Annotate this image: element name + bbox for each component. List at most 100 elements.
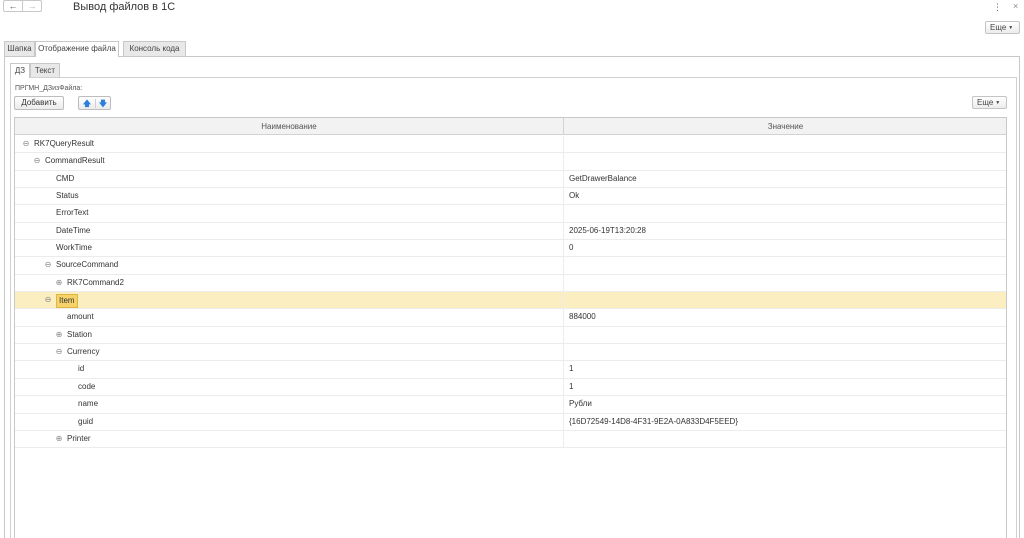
table-row[interactable]: WorkTime 0 xyxy=(15,240,1006,258)
node-name: RK7QueryResult xyxy=(34,139,95,148)
move-up-icon[interactable]: 🡅 xyxy=(80,98,94,109)
node-name: RK7Command2 xyxy=(67,277,124,287)
node-name: WorkTime xyxy=(56,243,92,253)
expand-icon[interactable]: ⊕ xyxy=(55,278,63,287)
table-header: Наименование Значение xyxy=(15,118,1006,135)
name-cell[interactable]: CMD xyxy=(15,170,564,188)
node-name: id xyxy=(78,364,85,374)
move-down-icon[interactable]: 🡇 xyxy=(96,98,110,109)
name-cell[interactable]: ⊖ CommandResult xyxy=(15,153,564,170)
collapse-icon[interactable]: ⊖ xyxy=(55,348,63,356)
node-name: amount xyxy=(67,312,94,322)
arrow-left-icon: ← xyxy=(8,1,18,11)
table-row[interactable]: ⊖ SourceCommand xyxy=(15,257,1006,275)
node-name: Currency xyxy=(67,347,100,357)
value-cell[interactable]: 884000 xyxy=(569,309,596,325)
node-name: code xyxy=(78,381,96,391)
back-button[interactable]: ← xyxy=(3,0,23,12)
forward-button[interactable]: → xyxy=(22,0,42,12)
table-more-button[interactable]: Еще ▼ xyxy=(972,96,1007,109)
name-cell[interactable]: ⊕ Station xyxy=(15,326,564,344)
table-row[interactable]: code 1 xyxy=(15,378,1006,397)
tab-text[interactable]: Текст xyxy=(30,63,60,77)
table-row[interactable]: ⊕ Printer xyxy=(15,430,1006,449)
tab-header[interactable]: Шапка xyxy=(4,41,35,56)
value-cell[interactable]: Рубли xyxy=(569,396,592,412)
name-cell[interactable]: ⊖ Item xyxy=(15,292,564,309)
table-row[interactable]: ⊖ Currency xyxy=(15,344,1006,362)
name-cell[interactable]: ErrorText xyxy=(15,205,564,222)
node-name: CommandResult xyxy=(45,156,105,166)
name-cell[interactable]: DateTime xyxy=(15,222,564,240)
table-row[interactable]: ⊖ Item xyxy=(15,292,1006,310)
more-button[interactable]: Еще ▼ xyxy=(985,21,1020,34)
name-cell[interactable]: ⊕ RK7Command2 xyxy=(15,274,564,292)
value-cell[interactable]: {16D72549-14D8-4F31-9E2A-0A833D4F5EED} xyxy=(569,414,738,430)
tab-file-view[interactable]: Отображение файла xyxy=(35,41,119,57)
arrow-right-icon: → xyxy=(27,1,37,11)
name-cell[interactable]: amount xyxy=(15,309,564,326)
name-cell[interactable]: ⊕ Printer xyxy=(15,430,564,448)
chevron-down-icon: ▼ xyxy=(995,100,1001,106)
node-name: Printer xyxy=(67,433,91,443)
tab-code-console[interactable]: Консоль кода xyxy=(123,41,186,56)
node-name: SourceCommand xyxy=(56,260,119,270)
value-cell[interactable]: Ok xyxy=(569,188,579,204)
title-bar: ← → Вывод файлов в 1С ⋮ × xyxy=(0,0,1024,18)
table-row[interactable]: Status Ok xyxy=(15,188,1006,206)
name-cell[interactable]: code xyxy=(15,378,564,396)
node-name: CMD xyxy=(56,173,75,183)
chevron-down-icon: ▼ xyxy=(1008,25,1014,31)
collapse-icon[interactable]: ⊖ xyxy=(44,296,52,304)
name-cell[interactable]: WorkTime xyxy=(15,240,564,257)
move-buttons: 🡅 🡇 xyxy=(78,96,111,110)
name-cell[interactable]: name xyxy=(15,396,564,413)
value-cell[interactable]: 1 xyxy=(569,379,573,395)
table-row[interactable]: id 1 xyxy=(15,361,1006,379)
collapse-icon[interactable]: ⊖ xyxy=(33,157,41,165)
name-cell[interactable]: Status xyxy=(15,188,564,205)
tab-dz[interactable]: ДЗ xyxy=(10,63,30,78)
more-vertical-icon[interactable]: ⋮ xyxy=(993,2,1002,13)
column-header-value[interactable]: Значение xyxy=(565,118,1006,135)
node-name: name xyxy=(78,399,99,409)
name-cell[interactable]: ⊖ Currency xyxy=(15,344,564,361)
node-name: guid xyxy=(78,416,94,426)
expand-icon[interactable]: ⊕ xyxy=(55,330,63,339)
tree-table[interactable]: Наименование Значение ⊖ RK7QueryResult ⊖ Co… xyxy=(14,117,1007,538)
attribute-label: ПРГМН_ДЗизФайла: xyxy=(15,85,83,92)
add-button[interactable]: Добавить xyxy=(14,96,64,110)
table-row[interactable]: ErrorText xyxy=(15,205,1006,223)
column-header-name[interactable]: Наименование xyxy=(15,118,564,135)
value-cell[interactable]: 0 xyxy=(569,240,573,256)
collapse-icon[interactable]: ⊖ xyxy=(22,140,30,148)
collapse-icon[interactable]: ⊖ xyxy=(44,261,52,269)
node-name: DateTime xyxy=(56,225,91,235)
value-cell[interactable]: 2025-06-19T13:20:28 xyxy=(569,223,646,239)
value-cell[interactable]: 1 xyxy=(569,361,573,377)
name-cell[interactable]: id xyxy=(15,361,564,378)
close-icon[interactable]: × xyxy=(1013,1,1018,11)
table-row[interactable]: ⊖ RK7QueryResult xyxy=(15,136,1006,154)
table-row[interactable]: CMD GetDrawerBalance xyxy=(15,170,1006,189)
table-more-label: Еще xyxy=(977,98,994,107)
node-name: Item xyxy=(56,294,78,309)
table-row[interactable]: amount 884000 xyxy=(15,309,1006,327)
value-cell[interactable]: GetDrawerBalance xyxy=(569,171,637,187)
table-row[interactable]: ⊕ RK7Command2 xyxy=(15,274,1006,293)
expand-icon[interactable]: ⊕ xyxy=(55,434,63,443)
table-row[interactable]: name Рубли xyxy=(15,396,1006,414)
name-cell[interactable]: ⊖ SourceCommand xyxy=(15,257,564,274)
table-row[interactable]: ⊖ CommandResult xyxy=(15,153,1006,171)
node-name: ErrorText xyxy=(56,208,89,218)
table-row[interactable]: guid {16D72549-14D8-4F31-9E2A-0A833D4F5EE… xyxy=(15,413,1006,431)
name-cell[interactable]: guid xyxy=(15,413,564,430)
more-button-label: Еще xyxy=(990,23,1007,32)
table-body: ⊖ RK7QueryResult ⊖ CommandResult CMD GetDrawe… xyxy=(15,136,1006,449)
table-row[interactable]: DateTime 2025-06-19T13:20:28 xyxy=(15,222,1006,241)
window-title: Вывод файлов в 1С xyxy=(73,1,176,13)
table-row[interactable]: ⊕ Station xyxy=(15,326,1006,345)
name-cell[interactable]: ⊖ RK7QueryResult xyxy=(15,136,564,153)
node-name: Status xyxy=(56,191,79,201)
node-name: Station xyxy=(67,329,92,339)
